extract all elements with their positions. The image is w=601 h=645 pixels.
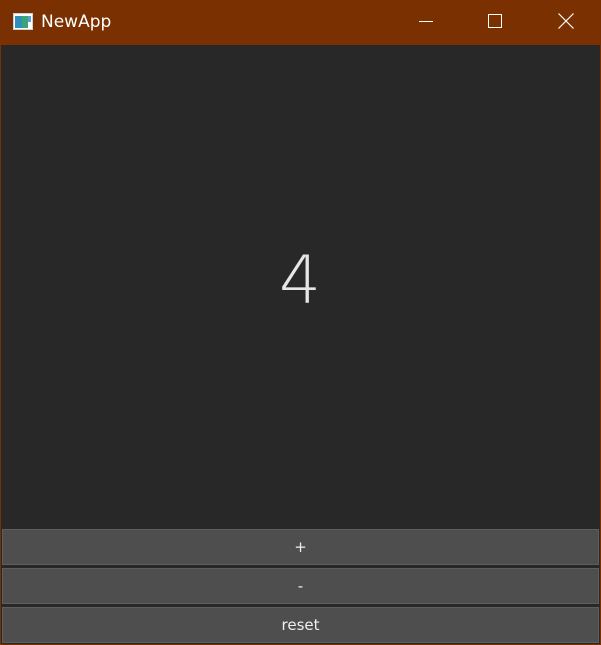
close-icon <box>558 12 574 33</box>
counter-display: 4 <box>1 45 600 528</box>
title-bar[interactable]: NewApp <box>0 0 601 45</box>
window-title: NewApp <box>41 12 112 32</box>
reset-button[interactable]: reset <box>2 607 599 643</box>
minimize-icon <box>419 13 433 32</box>
counter-value: 4 <box>279 242 322 319</box>
decrement-button[interactable]: - <box>2 568 599 604</box>
app-window-icon <box>13 13 33 30</box>
minimize-button[interactable] <box>403 0 449 45</box>
maximize-button[interactable] <box>472 0 518 45</box>
maximize-icon <box>488 13 502 32</box>
close-button[interactable] <box>543 0 589 45</box>
content-area: 4 + - reset <box>1 45 600 644</box>
app-window: NewApp 4 + - reset <box>0 0 601 645</box>
increment-button[interactable]: + <box>2 529 599 565</box>
